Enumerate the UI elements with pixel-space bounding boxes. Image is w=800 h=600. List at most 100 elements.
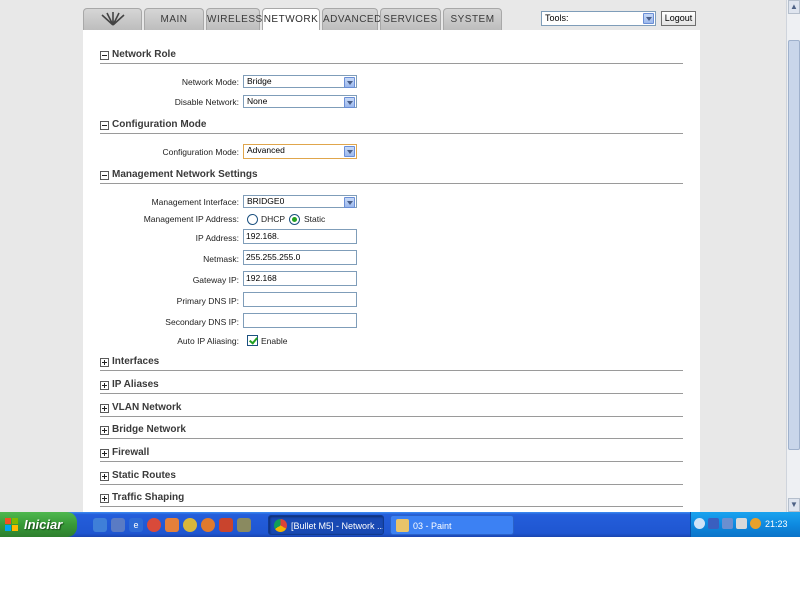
expand-icon[interactable]	[100, 449, 109, 458]
tools-dropdown-value: Tools:	[545, 13, 569, 23]
configuration-mode-value: Advanced	[247, 145, 285, 155]
internet-explorer-icon[interactable]: e	[129, 518, 143, 532]
netmask-field[interactable]: 255.255.255.0	[243, 250, 357, 265]
chevron-down-icon	[344, 97, 355, 108]
section-title: VLAN Network	[112, 402, 182, 413]
section-title: Bridge Network	[112, 424, 186, 435]
secondary-dns-label: Secondary DNS IP:	[165, 317, 239, 327]
app-icon[interactable]	[165, 518, 179, 532]
section-bridge-network[interactable]: Bridge Network	[100, 424, 683, 439]
expand-icon[interactable]	[100, 426, 109, 435]
section-static-routes[interactable]: Static Routes	[100, 470, 683, 485]
browser-viewport: MAIN WIRELESS NETWORK ADVANCED SERVICES …	[0, 0, 800, 512]
section-title: Management Network Settings	[112, 169, 258, 180]
network-mode-value: Bridge	[247, 76, 272, 86]
tools-dropdown[interactable]: Tools:	[541, 11, 656, 26]
section-management-network[interactable]: Management Network Settings	[100, 169, 683, 184]
section-title: Configuration Mode	[112, 119, 207, 130]
disable-network-value: None	[247, 96, 268, 106]
configuration-mode-label: Configuration Mode:	[162, 147, 239, 157]
collapse-icon[interactable]	[100, 121, 109, 130]
expand-icon[interactable]	[100, 494, 109, 503]
scroll-up-icon[interactable]: ▲	[788, 0, 800, 14]
section-title: Network Role	[112, 49, 176, 60]
chevron-left-icon[interactable]	[694, 518, 705, 529]
configuration-mode-select[interactable]: Advanced	[243, 144, 357, 159]
taskbar-task-paint[interactable]: 03 - Paint	[390, 515, 514, 535]
section-network-role[interactable]: Network Role	[100, 49, 683, 64]
taskbar: Iniciar e [Bullet M5] - Network ... 03 -…	[0, 512, 800, 537]
expand-icon[interactable]	[100, 404, 109, 413]
auto-ip-enable-label: Enable	[261, 336, 288, 346]
section-vlan-network[interactable]: VLAN Network	[100, 402, 683, 417]
gateway-label: Gateway IP:	[192, 275, 239, 285]
volume-icon[interactable]	[736, 518, 747, 529]
collapse-icon[interactable]	[100, 51, 109, 60]
section-ip-aliases[interactable]: IP Aliases	[100, 379, 683, 394]
tab-network[interactable]: NETWORK	[262, 8, 320, 31]
static-radio[interactable]	[289, 214, 300, 225]
tab-system[interactable]: SYSTEM	[443, 8, 502, 30]
auto-ip-aliasing-label: Auto IP Aliasing:	[177, 336, 239, 346]
expand-icon[interactable]	[100, 358, 109, 367]
start-button[interactable]: Iniciar	[0, 512, 77, 537]
network-icon[interactable]	[708, 518, 719, 529]
task-label: 03 - Paint	[413, 521, 452, 531]
section-firewall[interactable]: Firewall	[100, 447, 683, 462]
tab-wireless[interactable]: WIRELESS	[206, 8, 262, 30]
gateway-field[interactable]: 192.168	[243, 271, 357, 286]
section-title: Traffic Shaping	[112, 492, 185, 503]
app-icon[interactable]	[219, 518, 233, 532]
section-title: IP Aliases	[112, 379, 159, 390]
notepad-icon[interactable]	[237, 518, 251, 532]
paint-icon	[396, 519, 409, 532]
section-title: Static Routes	[112, 470, 176, 481]
management-interface-label: Management Interface:	[151, 197, 239, 207]
section-title: Interfaces	[112, 356, 160, 367]
start-label: Iniciar	[24, 517, 63, 532]
ip-address-label: IP Address:	[195, 233, 239, 243]
dhcp-radio[interactable]	[247, 214, 258, 225]
management-ip-mode-label: Management IP Address:	[143, 214, 239, 224]
section-traffic-shaping[interactable]: Traffic Shaping	[100, 492, 683, 507]
explorer-icon[interactable]	[111, 518, 125, 532]
update-icon[interactable]	[750, 518, 761, 529]
management-interface-select[interactable]: BRIDGE0	[243, 195, 357, 208]
disable-network-label: Disable Network:	[174, 97, 239, 107]
section-title: Firewall	[112, 447, 150, 458]
ip-address-field[interactable]: 192.168.	[243, 229, 357, 244]
primary-dns-label: Primary DNS IP:	[176, 296, 239, 306]
desktop-icon[interactable]	[93, 518, 107, 532]
ubiquiti-logo-tab[interactable]	[83, 8, 142, 30]
chevron-down-icon	[344, 77, 355, 88]
expand-icon[interactable]	[100, 472, 109, 481]
disable-network-select[interactable]: None	[243, 95, 357, 108]
expand-icon[interactable]	[100, 381, 109, 390]
secondary-dns-field[interactable]	[243, 313, 357, 328]
logout-button[interactable]: Logout	[661, 11, 696, 26]
section-interfaces[interactable]: Interfaces	[100, 356, 683, 371]
media-player-icon[interactable]	[147, 518, 161, 532]
chrome-icon[interactable]	[183, 518, 197, 532]
network-icon[interactable]	[722, 518, 733, 529]
tab-advanced[interactable]: ADVANCED	[322, 8, 381, 30]
tab-main[interactable]: MAIN	[144, 8, 204, 30]
dhcp-label: DHCP	[261, 214, 286, 224]
windows-logo-icon	[5, 518, 19, 531]
collapse-icon[interactable]	[100, 171, 109, 180]
taskbar-task-chrome[interactable]: [Bullet M5] - Network ...	[268, 515, 384, 535]
clock: 21:23	[765, 519, 788, 529]
static-label: Static	[304, 214, 326, 224]
firefox-icon[interactable]	[201, 518, 215, 532]
primary-dns-field[interactable]	[243, 292, 357, 307]
section-configuration-mode[interactable]: Configuration Mode	[100, 119, 683, 134]
network-mode-select[interactable]: Bridge	[243, 75, 357, 88]
task-label: [Bullet M5] - Network ...	[291, 521, 384, 531]
network-settings-panel: Network Role Network Mode: Bridge Disabl…	[83, 30, 700, 512]
tab-services[interactable]: SERVICES	[380, 8, 441, 30]
scroll-down-icon[interactable]: ▼	[788, 498, 800, 512]
scrollbar-thumb[interactable]	[788, 40, 800, 450]
auto-ip-aliasing-checkbox[interactable]	[247, 335, 258, 346]
management-interface-value: BRIDGE0	[247, 196, 285, 206]
vertical-scrollbar[interactable]: ▲ ▼	[786, 0, 800, 512]
